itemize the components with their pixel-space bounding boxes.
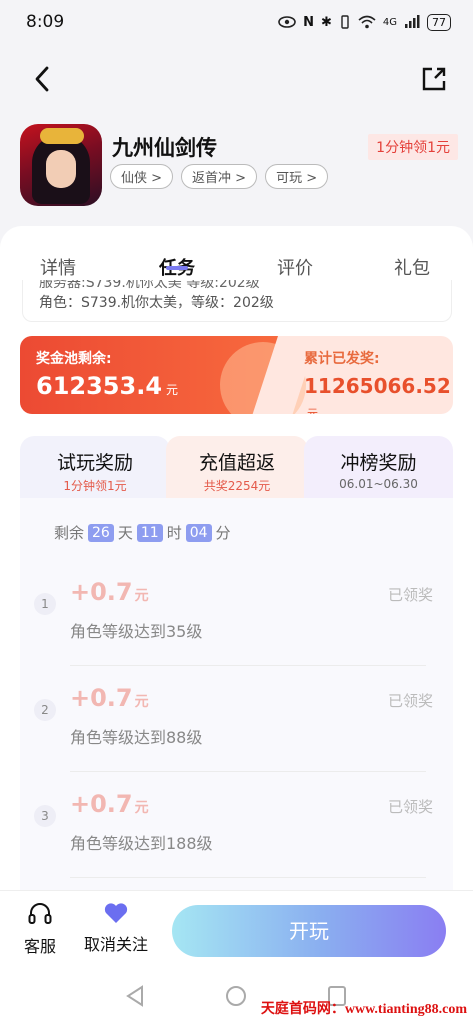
pool-label: 奖金池剩余: [36,351,112,367]
main-card: 详情 任务 评价 礼包 服务器:S739.机你太美 等级:202级 角色：S73… [0,226,473,906]
tag-playable[interactable]: 可玩 > [265,164,329,189]
countdown-hours: 11 [136,523,163,542]
tag-xianxia[interactable]: 仙侠 > [110,164,174,189]
bottom-bar: 客服 取消关注 开玩 [0,890,473,970]
active-tab-indicator [166,266,188,270]
prize-banner: 奖金池剩余: 612353.4 元 累计已发奖: 11265066.52元 [20,336,453,414]
issued-value: 11265066.52元 [304,374,451,414]
vibrate-icon [341,15,349,29]
task-index: 3 [34,805,56,827]
reward-tab-recharge[interactable]: 充值超返 共奖2254元 [166,436,308,498]
task-reward: +0.7 元 [70,684,149,712]
task-index: 1 [34,593,56,615]
account-info-partial: 服务器:S739.机你太美 等级:202级 [39,280,260,291]
task-row: 3 +0.7 元 已领奖 角色等级达到188级 [20,772,453,878]
task-reward: +0.7 元 [70,790,149,818]
share-icon[interactable] [419,64,449,94]
countdown-minutes: 04 [185,523,212,542]
unfollow-label: 取消关注 [83,935,148,954]
task-row: 1 +0.7 元 已领奖 角色等级达到35级 [20,560,453,666]
reward-tab-trial[interactable]: 试玩奖励 1分钟领1元 [20,436,170,498]
account-info: 服务器:S739.机你太美 等级:202级 角色：S739.机你太美，等级：20… [22,280,452,322]
countdown-days: 26 [88,523,114,542]
signal-icon [405,15,420,28]
task-status: 已领奖 [387,586,433,604]
reward-body: 剩余 26 天 11 时 04 分 1 +0.7 元 已领奖 角色等级达到35级 … [20,498,453,906]
reward-section: 试玩奖励 1分钟领1元 充值超返 共奖2254元 冲榜奖励 06.01~06.3… [20,436,453,906]
task-reward: +0.7 元 [70,578,149,606]
back-arrow-icon[interactable] [28,64,58,94]
network-type: 4G [382,16,397,28]
play-button[interactable]: 开玩 [172,905,446,957]
customer-service-button[interactable]: 客服 [10,901,70,957]
battery-icon: 77 [427,13,451,31]
status-icons: N ✱ 4G 77 [278,13,451,31]
reward-tab-ranking[interactable]: 冲榜奖励 06.01~06.30 [304,436,453,498]
customer-service-label: 客服 [23,937,56,956]
task-row: 2 +0.7 元 已领奖 角色等级达到88级 [20,666,453,772]
tab-details[interactable]: 详情 [40,254,76,280]
task-status: 已领奖 [387,692,433,710]
nav-back-icon[interactable] [124,984,146,1008]
tab-reviews[interactable]: 评价 [277,254,313,280]
game-header: 九州仙剑传 仙侠 > 返首冲 > 可玩 > 1分钟领1元 [20,124,460,208]
tab-gifts[interactable]: 礼包 [394,254,430,280]
game-tags: 仙侠 > 返首冲 > 可玩 > [110,164,329,189]
status-time: 8:09 [26,12,65,32]
bluetooth-icon: ✱ [320,14,332,30]
watermark: 天庭首码网：www.tianting88.com [260,1002,467,1017]
headset-icon [28,903,52,924]
system-nav: 天庭首码网：www.tianting88.com [0,970,473,1024]
top-nav [0,56,473,104]
task-desc: 角色等级达到35级 [70,622,203,641]
heart-icon [104,903,128,923]
wifi-icon [358,15,376,29]
game-icon [20,124,102,206]
task-status: 已领奖 [387,798,433,816]
tag-first-recharge[interactable]: 返首冲 > [181,164,258,189]
task-index: 2 [34,699,56,721]
task-desc: 角色等级达到88级 [70,728,203,747]
pool-value: 612353.4 元 [36,372,179,400]
countdown: 剩余 26 天 11 时 04 分 [54,523,231,542]
issued-label: 累计已发奖: [304,351,380,367]
promo-badge: 1分钟领1元 [368,134,458,160]
status-bar: 8:09 N ✱ 4G 77 [0,0,473,44]
eye-icon [278,16,296,28]
unfollow-button[interactable]: 取消关注 [80,901,152,955]
game-title: 九州仙剑传 [112,136,217,160]
nfc-icon: N [303,14,314,30]
task-desc: 角色等级达到188级 [70,834,213,853]
nav-home-icon[interactable] [224,984,248,1008]
account-role-info: 角色：S739.机你太美，等级：202级 [39,295,274,311]
